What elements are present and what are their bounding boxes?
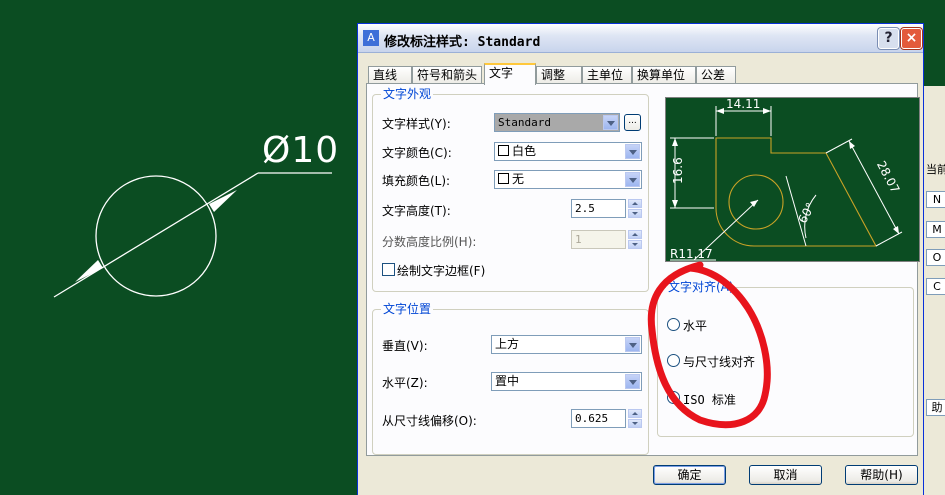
background-panel-item[interactable]: 助 (926, 399, 945, 416)
vertical-value: 上方 (495, 337, 520, 351)
horizontal-select[interactable]: 置中 (491, 372, 642, 391)
radio-iso-standard[interactable] (667, 391, 680, 404)
chevron-down-icon[interactable] (625, 144, 640, 159)
text-tab-panel: 文字外观 文字样式(Y): Standard ... 文字颜色(C): 白色 填… (366, 83, 920, 456)
fill-color-select[interactable]: 无 (494, 170, 642, 189)
radio-iso-label: ISO 标准 (683, 393, 736, 407)
spin-up-icon[interactable] (628, 409, 642, 418)
text-height-value: 2.5 (575, 202, 595, 215)
text-style-select[interactable]: Standard (494, 113, 620, 132)
text-alignment-group: 文字对齐(A) 水平 与尺寸线对齐 ISO 标准 (657, 280, 914, 437)
fraction-height-spinner[interactable] (628, 230, 644, 249)
offset-input[interactable]: 0.625 (571, 409, 642, 428)
text-height-spinner[interactable] (628, 199, 644, 218)
spin-up-icon[interactable] (628, 230, 642, 239)
tab-fit[interactable]: 调整 (536, 66, 582, 84)
background-panel-label: 当前 (926, 163, 945, 176)
chevron-down-icon[interactable] (625, 172, 640, 187)
chevron-down-icon[interactable] (625, 374, 640, 389)
group-title-text-appearance: 文字外观 (381, 87, 434, 101)
offset-spinner[interactable] (628, 409, 644, 428)
fill-color-label: 填充颜色(L): (382, 174, 451, 188)
cancel-button[interactable]: 取消 (749, 465, 822, 485)
text-style-value: Standard (498, 116, 551, 129)
chevron-down-icon[interactable] (625, 337, 640, 352)
color-swatch-icon (498, 173, 509, 184)
tab-symbols-arrows[interactable]: 符号和箭头 (412, 66, 482, 84)
chevron-down-icon[interactable] (603, 115, 618, 130)
arrowhead-upper (209, 190, 237, 212)
radio-aligned-label: 与尺寸线对齐 (683, 355, 756, 369)
diameter-dimension-text: Ø10 (262, 130, 340, 171)
group-title-text-alignment: 文字对齐(A) (666, 280, 736, 294)
browse-text-style-button[interactable]: ... (624, 114, 641, 131)
title-bar[interactable]: A 修改标注样式: Standard ? × (358, 24, 923, 53)
vertical-label: 垂直(V): (382, 339, 428, 353)
text-position-group: 文字位置 垂直(V): 上方 水平(Z): 置中 从尺寸线偏移(O): 0.62… (372, 302, 649, 455)
dimension-preview: 14.11 16.6 28.07 60° R11.17 (665, 97, 920, 262)
tab-text[interactable]: 文字 (484, 63, 536, 85)
tab-lines[interactable]: 直线 (368, 66, 412, 84)
radio-horizontal-label: 水平 (683, 319, 708, 333)
app-icon: A (363, 30, 379, 46)
text-height-label: 文字高度(T): (382, 204, 451, 218)
radio-horizontal[interactable] (667, 318, 680, 331)
spin-down-icon[interactable] (628, 209, 642, 218)
text-color-value: 白色 (512, 144, 537, 158)
fraction-height-input[interactable]: 1 (571, 230, 642, 249)
color-swatch-icon (498, 145, 509, 156)
help-button[interactable]: 帮助(H) (845, 465, 918, 485)
draw-frame-checkbox[interactable] (382, 263, 395, 276)
horizontal-label: 水平(Z): (382, 376, 428, 390)
draw-frame-label: 绘制文字边框(F) (397, 264, 486, 278)
horizontal-value: 置中 (495, 374, 520, 388)
offset-label: 从尺寸线偏移(O): (382, 414, 477, 428)
arrowhead-lower (75, 260, 103, 282)
help-icon[interactable]: ? (878, 28, 899, 49)
preview-dim-top: 14.11 (726, 97, 761, 111)
spin-down-icon[interactable] (628, 240, 642, 249)
text-appearance-group: 文字外观 文字样式(Y): Standard ... 文字颜色(C): 白色 填… (372, 87, 649, 292)
background-panel-item[interactable]: M (926, 221, 945, 238)
close-icon[interactable]: × (901, 28, 922, 49)
ok-button[interactable]: 确定 (653, 465, 726, 485)
background-panel-item[interactable]: O (926, 249, 945, 266)
background-panel: 当前 N M O C 助 (922, 86, 945, 495)
tab-tolerances[interactable]: 公差 (696, 66, 736, 84)
fraction-height-value: 1 (575, 233, 582, 246)
group-title-text-position: 文字位置 (381, 302, 434, 316)
drawn-circle (95, 175, 217, 297)
spin-up-icon[interactable] (628, 199, 642, 208)
spin-down-icon[interactable] (628, 419, 642, 428)
radio-aligned-with-dim-line[interactable] (667, 354, 680, 367)
text-color-select[interactable]: 白色 (494, 142, 642, 161)
text-color-label: 文字颜色(C): (382, 146, 452, 160)
tab-alternate-units[interactable]: 换算单位 (632, 66, 696, 84)
preview-dim-left: 16.6 (671, 157, 685, 184)
preview-dim-radius: R11.17 (670, 247, 713, 261)
background-panel-item[interactable]: C (926, 278, 945, 295)
background-panel-item[interactable]: N (926, 191, 945, 208)
text-style-label: 文字样式(Y): (382, 117, 451, 131)
dialog-title: 修改标注样式: Standard (384, 35, 541, 50)
offset-value: 0.625 (575, 412, 609, 425)
text-height-input[interactable]: 2.5 (571, 199, 642, 218)
modify-dimension-style-dialog: A 修改标注样式: Standard ? × 直线 符号和箭头 文字 调整 主单… (357, 23, 924, 495)
diameter-dimension-line (53, 172, 259, 298)
fraction-height-label: 分数高度比例(H): (382, 235, 477, 249)
tab-primary-units[interactable]: 主单位 (582, 66, 632, 84)
vertical-select[interactable]: 上方 (491, 335, 642, 354)
fill-color-value: 无 (512, 172, 525, 186)
